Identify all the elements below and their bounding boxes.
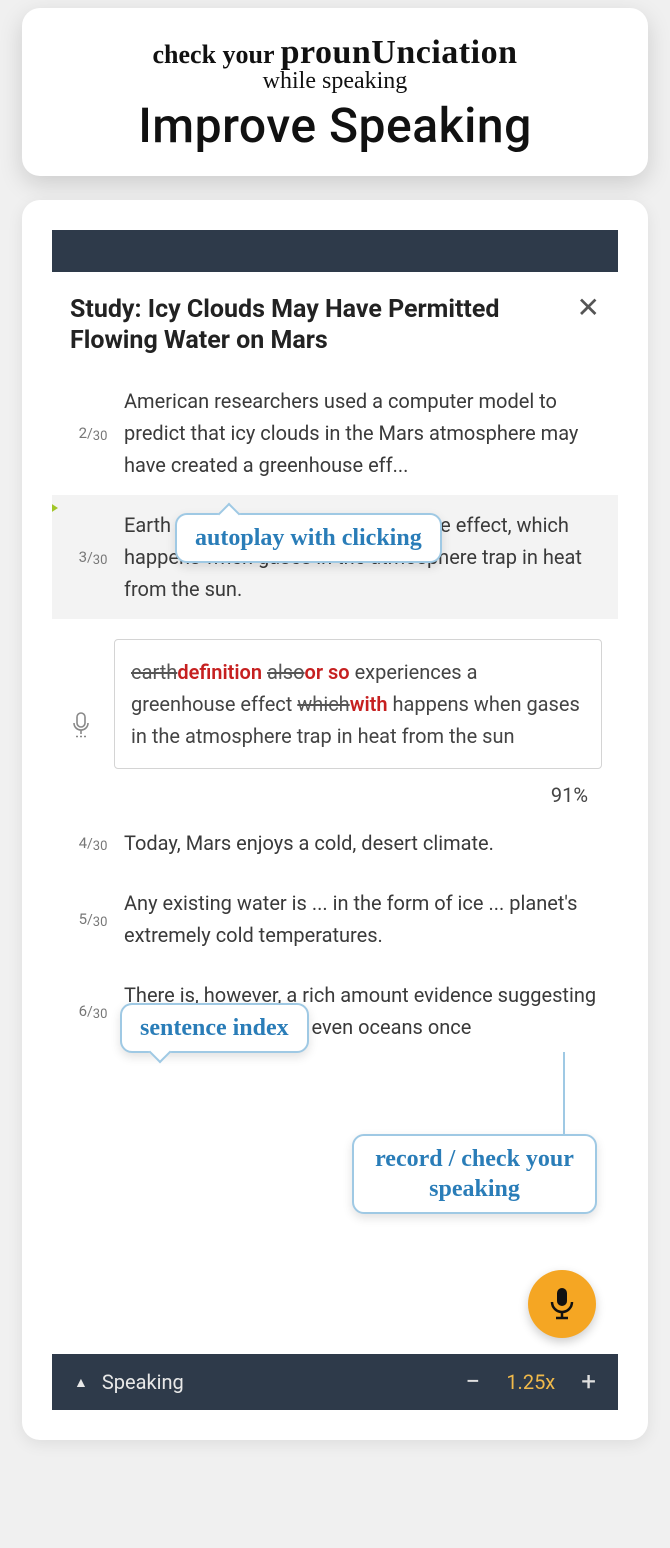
speed-decrease-button[interactable]: − xyxy=(465,1369,480,1395)
sentence-row[interactable]: 2/30 American researchers used a compute… xyxy=(52,371,618,495)
correction-text: definition xyxy=(177,660,262,684)
top-dark-strip xyxy=(52,230,618,272)
callout-text: record / check your speaking xyxy=(375,1146,574,1202)
record-button[interactable] xyxy=(528,1270,596,1338)
sentence-text: Any existing water is ... in the form of… xyxy=(124,887,608,951)
caret-up-icon[interactable]: ▲ xyxy=(74,1374,88,1391)
promo-line-2: while speaking xyxy=(42,68,628,95)
app-inner: Study: Icy Clouds May Have Permitted Flo… xyxy=(52,230,618,1410)
promo-text-a: check your xyxy=(153,40,275,69)
mic-icon xyxy=(548,1286,576,1322)
sentence-index: 4/30 xyxy=(62,834,124,852)
app-card: Study: Icy Clouds May Have Permitted Flo… xyxy=(22,200,648,1440)
promo-card: check your prounUnciation while speaking… xyxy=(22,8,648,176)
accuracy-score: 91% xyxy=(52,773,618,813)
sentence-row[interactable]: 5/30 Any existing water is ... in the fo… xyxy=(52,873,618,965)
correction-text: or so xyxy=(305,660,350,684)
speed-increase-button[interactable]: + xyxy=(581,1369,596,1395)
promo-line-1: check your prounUnciation xyxy=(42,34,628,72)
callout-text: autoplay with clicking xyxy=(195,525,422,551)
sentence-index: 6/30 xyxy=(62,1002,124,1020)
speed-value: 1.25x xyxy=(506,1370,555,1394)
strike-text: also xyxy=(267,660,304,684)
sentence-text: American researchers used a computer mod… xyxy=(124,385,608,481)
correction-text: with xyxy=(350,692,388,716)
article-header: Study: Icy Clouds May Have Permitted Flo… xyxy=(52,272,618,371)
article-title: Study: Icy Clouds May Have Permitted Flo… xyxy=(70,294,600,357)
sentence-index: 2/30 xyxy=(62,424,124,442)
strike-text: which xyxy=(297,692,349,716)
sentence-row[interactable]: 4/30 Today, Mars enjoys a cold, desert c… xyxy=(52,813,618,873)
sentence-index: 5/30 xyxy=(62,910,124,928)
close-icon[interactable]: ✕ xyxy=(577,294,600,322)
bottom-bar: ▲ Speaking − 1.25x + xyxy=(52,1354,618,1410)
callout-text: sentence index xyxy=(140,1015,289,1041)
callout-sentence-index: sentence index xyxy=(120,1003,309,1053)
sentence-index: 3/30 xyxy=(62,548,124,566)
sentence-text: Today, Mars enjoys a cold, desert climat… xyxy=(124,827,608,859)
promo-text-pron: prounUnciation xyxy=(281,34,518,71)
promo-line-3: Improve Speaking xyxy=(42,97,628,154)
speaking-result-box: earthdefinition alsoor so experiences a … xyxy=(114,639,602,769)
callout-record: record / check your speaking xyxy=(352,1134,597,1214)
mode-label[interactable]: Speaking xyxy=(102,1370,466,1394)
strike-text: earth xyxy=(131,660,177,684)
speed-controls: − 1.25x + xyxy=(465,1369,596,1395)
mic-small-icon xyxy=(71,712,91,747)
callout-autoplay: autoplay with clicking xyxy=(175,513,442,563)
